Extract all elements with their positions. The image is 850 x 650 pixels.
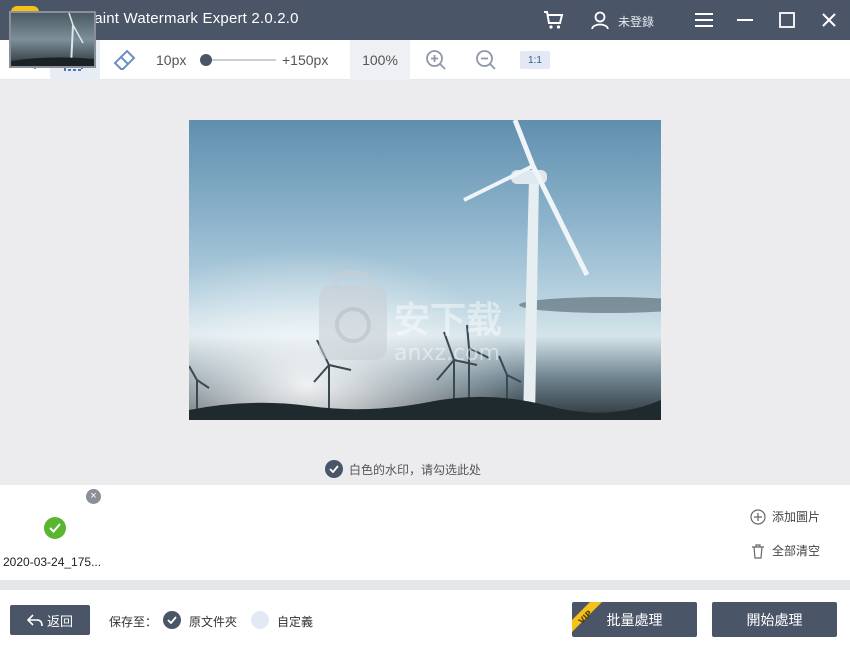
title-bar: EasePaint Watermark Expert 2.0.2.0 未登錄 <box>0 0 850 40</box>
menu-icon[interactable] <box>692 8 716 32</box>
save-to-label: 保存至： <box>109 615 158 629</box>
add-circle-icon <box>750 508 766 525</box>
start-process-button[interactable]: 開始處理 <box>712 602 837 637</box>
eraser-icon <box>113 49 136 70</box>
brush-size-slider-handle[interactable] <box>200 54 212 66</box>
white-watermark-label: 白色的水印，请勾选此处 <box>349 462 482 477</box>
radio-original-folder-label[interactable]: 原文件夾 <box>189 613 237 630</box>
checkbox-checked-icon[interactable] <box>325 460 343 478</box>
divider <box>0 580 850 590</box>
zoom-level: 100% <box>350 40 410 80</box>
cart-icon[interactable] <box>542 8 566 32</box>
start-process-label: 開始處理 <box>746 611 803 628</box>
add-image-button[interactable]: 添加圖片 <box>750 508 820 525</box>
watermark-cn: 安下载 <box>394 300 502 341</box>
brush-size-slider-track[interactable] <box>206 59 276 61</box>
user-icon[interactable] <box>588 8 612 32</box>
preview-image[interactable]: 安下载 anxz.com <box>189 120 661 420</box>
close-icon[interactable] <box>817 8 841 32</box>
back-arrow-icon <box>26 614 43 627</box>
zoom-out-button[interactable] <box>475 40 497 80</box>
add-image-label: 添加圖片 <box>772 510 821 524</box>
radio-custom-folder[interactable] <box>251 611 269 629</box>
radio-custom-folder-label[interactable]: 自定義 <box>277 613 313 630</box>
thumbnail-filename: 2020-03-24_175... <box>3 555 102 569</box>
clear-all-label: 全部清空 <box>772 544 821 558</box>
minimize-icon[interactable] <box>733 8 757 32</box>
eraser-tool-button[interactable] <box>100 40 150 80</box>
editor-canvas: 安下载 anxz.com 白色的水印，请勾选此处 <box>0 80 850 485</box>
brush-min-size: 10px <box>156 52 187 68</box>
zoom-in-button[interactable] <box>425 40 447 80</box>
zoom-out-icon <box>476 50 496 70</box>
thumbnail-strip <box>0 485 850 580</box>
maximize-icon[interactable] <box>775 8 799 32</box>
thumbnail-image <box>11 13 94 66</box>
white-watermark-option[interactable]: 白色的水印，请勾选此处 <box>325 460 481 478</box>
thumbnail-remove-icon[interactable]: × <box>86 489 101 504</box>
back-label: 返回 <box>46 613 73 629</box>
trash-icon <box>752 543 764 559</box>
radio-original-folder[interactable] <box>163 611 181 629</box>
brush-max-size: +150px <box>282 52 329 68</box>
thumbnail-item[interactable] <box>9 11 96 68</box>
wind-turbine-photo: 安下载 anxz.com <box>189 120 661 420</box>
clear-all-button[interactable]: 全部清空 <box>750 542 820 559</box>
zoom-in-icon <box>426 50 446 70</box>
watermark-en: anxz.com <box>394 341 500 366</box>
thumbnail-selected-icon <box>44 517 66 539</box>
tool-bar: 10px +150px <box>0 40 850 80</box>
login-status[interactable]: 未登錄 <box>618 13 654 30</box>
vip-badge: VIP <box>572 602 604 634</box>
actual-size-button[interactable]: 1:1 <box>520 51 550 69</box>
batch-process-label: 批量處理 <box>606 611 663 628</box>
back-button[interactable]: 返回 <box>10 605 90 635</box>
